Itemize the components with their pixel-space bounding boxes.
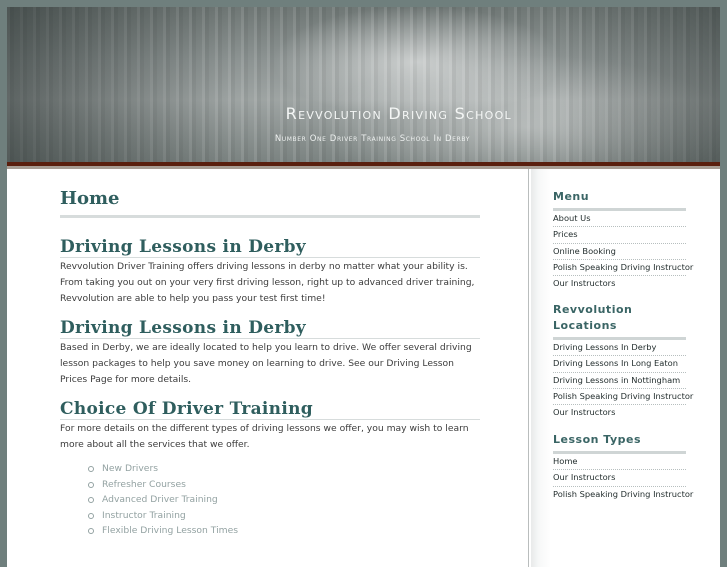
sidebar-item-derby[interactable]: Driving Lessons In Derby — [553, 340, 686, 357]
sidebar-lesson-types-list: Home Our Instructors Polish Speaking Dri… — [553, 454, 693, 502]
sidebar-heading: Menu — [553, 189, 686, 211]
site-tagline: Number One Driver Training School In Der… — [274, 134, 470, 144]
sidebar-lesson-types: Lesson Types Home Our Instructors Polish… — [553, 432, 693, 502]
section-heading: Choice Of Driver Training — [60, 399, 480, 420]
list-item[interactable]: Instructor Training — [88, 508, 480, 524]
section-heading: Driving Lessons in Derby — [60, 237, 480, 258]
sidebar-heading: Lesson Types — [553, 432, 686, 454]
sidebar-locations-list: Driving Lessons In Derby Driving Lessons… — [553, 340, 693, 420]
sidebar: Menu About Us Prices Online Booking Poli… — [531, 169, 720, 567]
list-item[interactable]: Flexible Driving Lesson Times — [88, 523, 480, 539]
sidebar-heading: Revvolution Locations — [553, 302, 686, 340]
section-text: For more details on the different types … — [60, 423, 469, 450]
site-header: Revvolution Driving School Number One Dr… — [7, 7, 720, 162]
sidebar-locations: Revvolution Locations Driving Lessons In… — [553, 302, 693, 420]
sidebar-item-prices[interactable]: Prices — [553, 227, 686, 244]
sidebar-item-our-instructors[interactable]: Our Instructors — [553, 276, 686, 291]
section-heading: Driving Lessons in Derby — [60, 318, 480, 339]
header-image-shade — [560, 7, 720, 162]
header-image-shade — [7, 7, 237, 162]
sidebar-item-our-instructors[interactable]: Our Instructors — [553, 405, 686, 420]
services-list: New Drivers Refresher Courses Advanced D… — [60, 461, 480, 539]
main-content: Home Driving Lessons in Derby Revvolutio… — [60, 187, 480, 539]
sidebar-item-polish-instructor[interactable]: Polish Speaking Driving Instructor — [553, 487, 693, 502]
sidebar-menu-list: About Us Prices Online Booking Polish Sp… — [553, 211, 693, 291]
list-item[interactable]: Advanced Driver Training — [88, 492, 480, 508]
sidebar-menu: Menu About Us Prices Online Booking Poli… — [553, 189, 693, 291]
sidebar-item-polish-instructor[interactable]: Polish Speaking Driving Instructor — [553, 260, 693, 277]
sidebar-item-long-eaton[interactable]: Driving Lessons In Long Eaton — [553, 356, 686, 373]
page-frame: Revvolution Driving School Number One Dr… — [7, 7, 720, 567]
sidebar-divider — [528, 169, 529, 567]
section-text: Revvolution Driver Training offers drivi… — [60, 261, 475, 304]
page-title: Home — [60, 187, 480, 218]
sidebar-item-online-booking[interactable]: Online Booking — [553, 244, 686, 260]
site-title[interactable]: Revvolution Driving School — [227, 104, 512, 123]
list-item[interactable]: Refresher Courses — [88, 477, 480, 493]
sidebar-item-polish-instructor[interactable]: Polish Speaking Driving Instructor — [553, 389, 693, 406]
sidebar-item-our-instructors[interactable]: Our Instructors — [553, 470, 686, 487]
list-item[interactable]: New Drivers — [88, 461, 480, 477]
section-text: Based in Derby, we are ideally located t… — [60, 342, 472, 385]
sidebar-item-about-us[interactable]: About Us — [553, 211, 686, 228]
sidebar-item-home[interactable]: Home — [553, 454, 686, 471]
sidebar-item-nottingham[interactable]: Driving Lessons in Nottingham — [553, 373, 686, 389]
